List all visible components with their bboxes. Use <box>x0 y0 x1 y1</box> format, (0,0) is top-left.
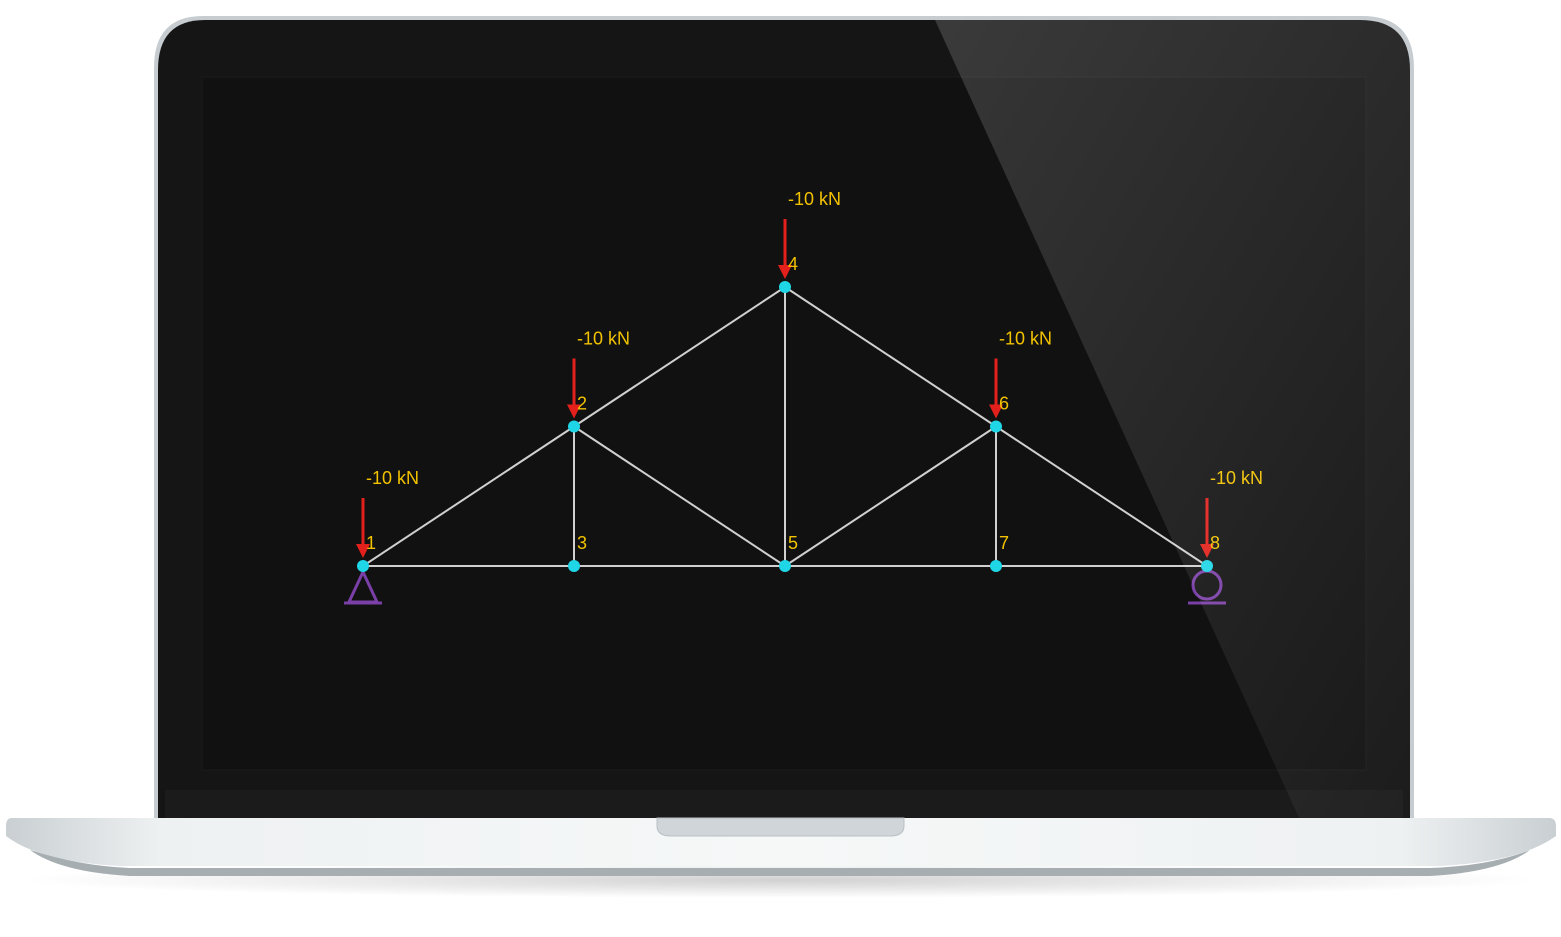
laptop-shadow <box>20 862 1540 898</box>
load-label-6: -10 kN <box>999 329 1052 349</box>
truss-node-2 <box>568 420 580 433</box>
truss-node-7 <box>990 560 1002 572</box>
node-label-4: 4 <box>788 254 798 274</box>
load-label-4: -10 kN <box>788 189 841 209</box>
node-label-3: 3 <box>577 533 587 553</box>
truss-node-5 <box>779 560 791 572</box>
load-label-1: -10 kN <box>366 468 419 488</box>
truss-node-3 <box>568 560 580 572</box>
node-label-5: 5 <box>788 533 798 553</box>
truss-node-4 <box>779 281 791 293</box>
node-label-7: 7 <box>999 533 1009 553</box>
laptop-illustration: -10 kN-10 kN-10 kN-10 kN-10 kN12345678 <box>6 16 1556 898</box>
node-label-2: 2 <box>577 394 587 414</box>
truss-node-1 <box>357 560 369 572</box>
node-label-6: 6 <box>999 394 1009 414</box>
bezel-bottom <box>165 790 1403 818</box>
load-label-2: -10 kN <box>577 329 630 349</box>
truss-node-6 <box>990 420 1002 433</box>
node-label-1: 1 <box>366 533 376 553</box>
laptop-mockup: -10 kN-10 kN-10 kN-10 kN-10 kN12345678 <box>0 0 1561 937</box>
trackpad-notch <box>656 817 905 837</box>
